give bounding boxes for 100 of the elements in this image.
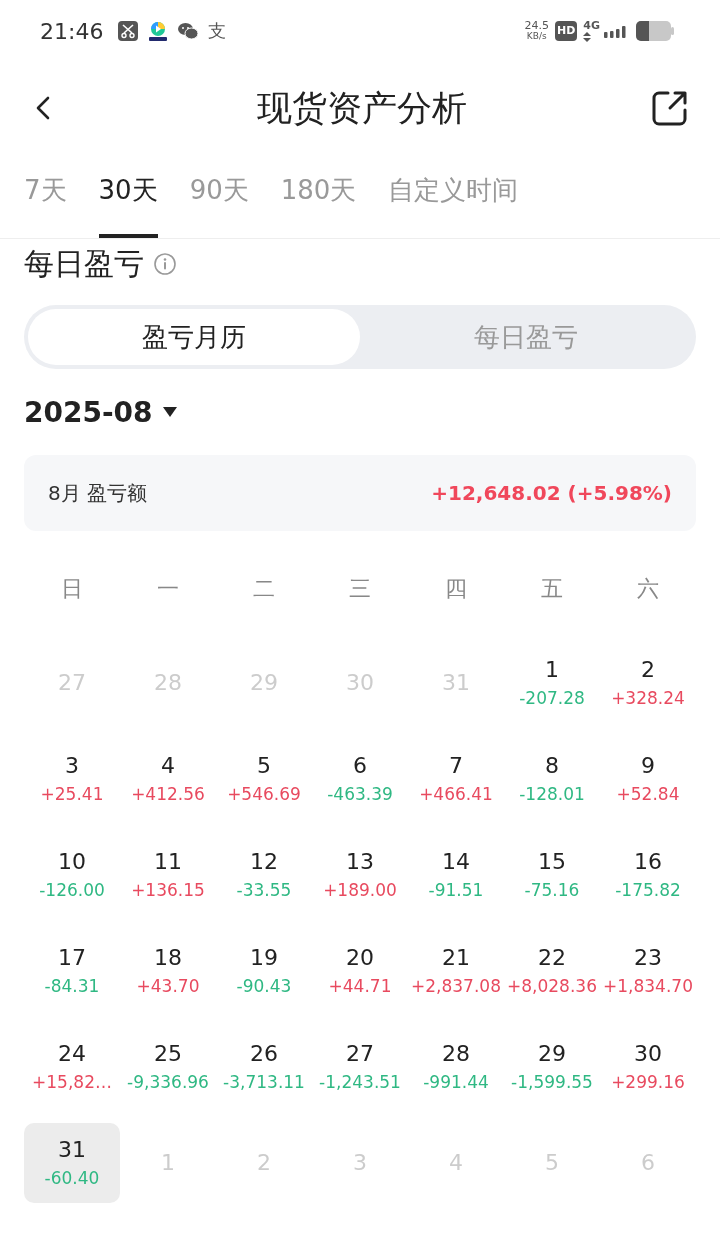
calendar-day[interactable]: 5 +546.69 <box>216 739 312 819</box>
calendar-day[interactable]: 8 -128.01 <box>504 739 600 819</box>
month-picker[interactable]: 2025-08 <box>24 395 177 429</box>
calendar-day[interactable]: 22 +8,028.36 <box>504 931 600 1011</box>
day-number: 11 <box>154 849 182 875</box>
daily-pnl: -9,336.96 <box>127 1071 209 1093</box>
day-number: 15 <box>538 849 566 875</box>
daily-pnl: -60.40 <box>44 1167 100 1189</box>
calendar-day[interactable]: 26 -3,713.11 <box>216 1027 312 1107</box>
share-icon[interactable] <box>652 90 688 126</box>
daily-pnl: +25.41 <box>40 783 104 805</box>
calendar-day[interactable]: 13 +189.00 <box>312 835 408 915</box>
chat-bubbles-icon <box>178 21 199 41</box>
day-number: 22 <box>538 945 566 971</box>
notification-glyph: 支 <box>208 21 227 41</box>
daily-pnl: +2,837.08 <box>411 975 501 997</box>
calendar-day[interactable]: 19 -90.43 <box>216 931 312 1011</box>
day-number: 3 <box>65 753 79 779</box>
day-number: 8 <box>545 753 559 779</box>
network-type: 4G <box>583 20 600 31</box>
day-number: 5 <box>257 753 271 779</box>
daily-pnl: -175.82 <box>615 879 681 901</box>
daily-pnl: +8,028.36 <box>507 975 597 997</box>
weekday-label: 日 <box>60 575 84 603</box>
daily-pnl: +189.00 <box>323 879 397 901</box>
daily-pnl: +43.70 <box>136 975 200 997</box>
day-number: 7 <box>449 753 463 779</box>
hd-badge: HD <box>554 21 578 41</box>
period-tab[interactable]: 30天 <box>98 156 158 238</box>
calendar-day[interactable]: 24 +15,82… <box>24 1027 120 1107</box>
calendar-day[interactable]: 10 -126.00 <box>24 835 120 915</box>
daily-pnl: +52.84 <box>616 783 680 805</box>
calendar-day[interactable]: 25 -9,336.96 <box>120 1027 216 1107</box>
calendar-day[interactable]: 20 +44.71 <box>312 931 408 1011</box>
calendar-day[interactable]: 27 -1,243.51 <box>312 1027 408 1107</box>
calendar-day[interactable]: 28 -991.44 <box>408 1027 504 1107</box>
daily-pnl: +136.15 <box>131 879 205 901</box>
weekday-label: 二 <box>252 575 276 603</box>
daily-pnl: -126.00 <box>39 879 105 901</box>
calendar-day[interactable]: 21 +2,837.08 <box>408 931 504 1011</box>
calendar-day[interactable]: 12 -33.55 <box>216 835 312 915</box>
day-number: 1 <box>545 657 559 683</box>
daily-pnl: +15,82… <box>32 1071 112 1093</box>
calendar-day[interactable]: 31 -60.40 <box>24 1123 120 1203</box>
battery-icon <box>636 21 674 41</box>
calendar-day[interactable]: 4 +412.56 <box>120 739 216 819</box>
calendar-day[interactable]: 11 +136.15 <box>120 835 216 915</box>
status-time: 21:46 <box>40 18 104 44</box>
scissors-icon <box>118 21 139 41</box>
daily-pnl: -33.55 <box>236 879 292 901</box>
weekday-label: 一 <box>156 575 180 603</box>
day-number: 9 <box>641 753 655 779</box>
day-number: 13 <box>346 849 374 875</box>
calendar-day[interactable]: 3 +25.41 <box>24 739 120 819</box>
calendar-day[interactable]: 1 -207.28 <box>504 643 600 723</box>
daily-pnl: +1,834.70 <box>603 975 693 997</box>
calendar-day[interactable]: 14 -91.51 <box>408 835 504 915</box>
day-number: 6 <box>353 753 367 779</box>
data-arrows-icon <box>583 32 592 42</box>
day-number: 19 <box>250 945 278 971</box>
day-number: 17 <box>58 945 86 971</box>
daily-pnl: -1,243.51 <box>319 1071 401 1093</box>
calendar-day[interactable]: 7 +466.41 <box>408 739 504 819</box>
back-icon[interactable] <box>36 96 50 120</box>
day-number: 21 <box>442 945 470 971</box>
daily-pnl: -1,599.55 <box>511 1071 593 1093</box>
calendar-day[interactable]: 30 +299.16 <box>600 1027 696 1107</box>
day-number: 31 <box>58 1137 86 1163</box>
calendar-day[interactable]: 15 -75.16 <box>504 835 600 915</box>
info-icon[interactable] <box>154 253 176 275</box>
day-number: 20 <box>346 945 374 971</box>
day-number: 26 <box>250 1041 278 1067</box>
network-speed-value: 24.5 <box>524 21 549 31</box>
calendar-day[interactable]: 18 +43.70 <box>120 931 216 1011</box>
calendar-day[interactable]: 9 +52.84 <box>600 739 696 819</box>
calendar-day[interactable]: 16 -175.82 <box>600 835 696 915</box>
daily-pnl: -90.43 <box>236 975 292 997</box>
calendar-day[interactable]: 6 -463.39 <box>312 739 408 819</box>
day-number: 14 <box>442 849 470 875</box>
daily-pnl: -991.44 <box>423 1071 489 1093</box>
page-title: 现货资产分析 <box>257 87 467 130</box>
weekday-label: 四 <box>444 575 468 603</box>
view-option[interactable]: 盈亏月历 <box>28 309 360 365</box>
calendar-day[interactable]: 17 -84.31 <box>24 931 120 1011</box>
calendar-day[interactable]: 23 +1,834.70 <box>600 931 696 1011</box>
day-number: 10 <box>58 849 86 875</box>
day-number: 4 <box>161 753 175 779</box>
day-number: 24 <box>58 1041 86 1067</box>
caret-icon <box>162 407 177 417</box>
section-title: 每日盈亏 <box>24 245 144 283</box>
day-number: 16 <box>634 849 662 875</box>
summary-label: 8月 盈亏额 <box>48 479 148 507</box>
calendar-day[interactable]: 2 +328.24 <box>600 643 696 723</box>
daily-pnl: -3,713.11 <box>223 1071 305 1093</box>
daily-pnl: +44.71 <box>328 975 392 997</box>
calendar-day[interactable]: 29 -1,599.55 <box>504 1027 600 1107</box>
daily-pnl: -84.31 <box>44 975 100 997</box>
day-number: 27 <box>346 1041 374 1067</box>
weekday-label: 六 <box>636 575 660 603</box>
daily-pnl: -91.51 <box>428 879 484 901</box>
